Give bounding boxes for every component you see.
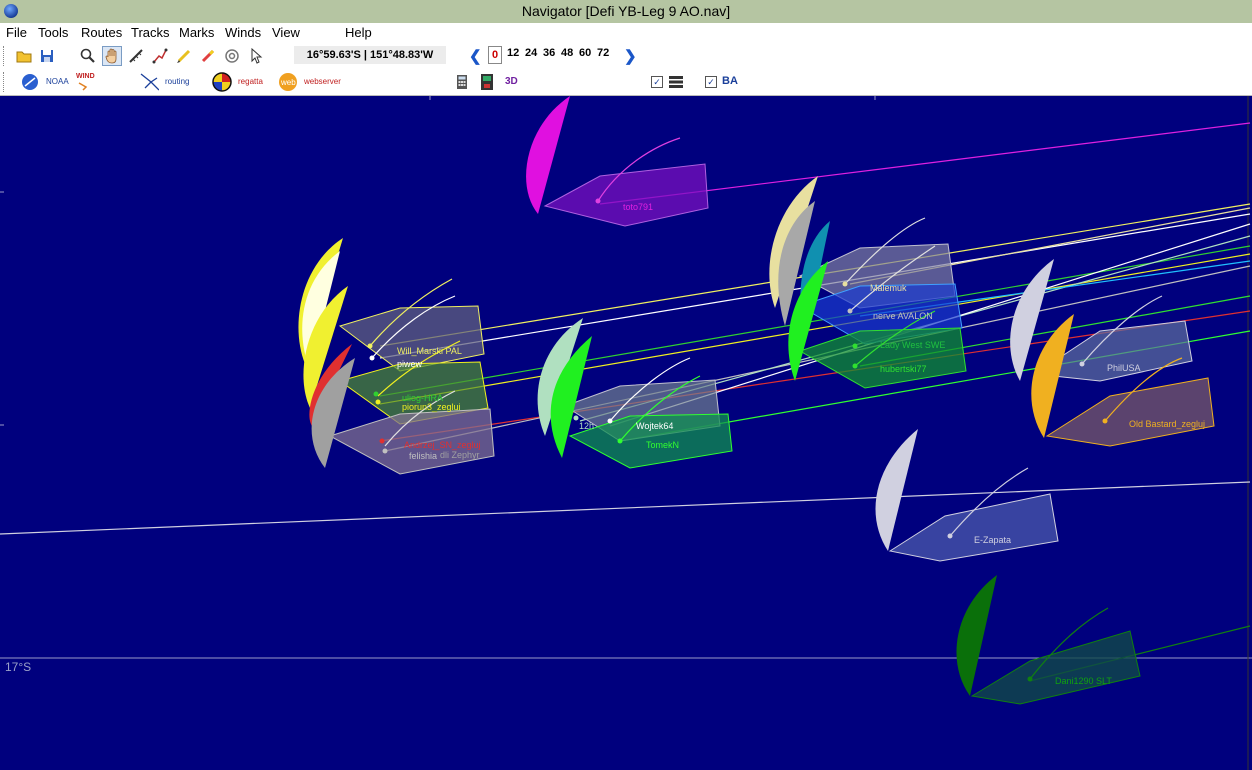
menu-file[interactable]: File [6,25,27,40]
forecast-hour-60[interactable]: 60 [579,47,591,59]
svg-text:web: web [280,78,296,87]
boat-label[interactable]: 12h [579,421,594,431]
layers-checkbox[interactable]: ✓ [651,76,663,88]
window-title: Navigator [Defi YB-Leg 9 AO.nav] [521,3,731,19]
boat-label[interactable]: E-Zapata [974,535,1011,545]
device-icon[interactable] [477,72,497,92]
route-draw-icon[interactable] [150,46,170,66]
wind-plugin-icon[interactable]: WIND [74,72,95,92]
boat-dani1290 [956,575,1141,705]
plugin-toolbar: NOAA WIND routing regatta web webserver … [0,70,1252,96]
forecast-hour-48[interactable]: 48 [561,47,573,59]
track-ezapata [0,481,1251,535]
boat-label[interactable]: Old Bastard_zegluj [1129,419,1205,429]
boat-label[interactable]: PhilUSA [1107,363,1141,373]
webserver-icon[interactable]: web [278,72,298,92]
toolbar2-grip[interactable] [3,72,7,92]
pencil-icon[interactable] [174,46,194,66]
main-toolbar: 16°59.63'S | 151°48.83'W ❮ 0 12 24 36 48… [0,43,1252,70]
boat-label[interactable]: piwew [397,359,422,369]
ba-label: BA [722,75,738,87]
measure-ruler-icon[interactable] [126,46,146,66]
eraser-icon[interactable] [198,46,218,66]
pan-hand-icon[interactable] [102,46,122,66]
zoom-icon[interactable] [78,46,98,66]
regatta-label[interactable]: regatta [238,77,263,86]
menu-routes[interactable]: Routes [81,25,122,40]
boat-label[interactable]: Andrzej_SN_zegluj [404,440,481,450]
boat-label[interactable]: nerve AVALON [873,311,933,321]
position-readout: 16°59.63'S | 151°48.83'W [294,46,446,64]
menu-help[interactable]: Help [345,25,372,40]
view-3d-button[interactable]: 3D [505,76,518,87]
map-graphics[interactable] [0,96,1252,770]
menu-bar: File Tools Routes Tracks Marks Winds Vie… [0,23,1252,43]
wind-label: WIND [76,73,95,80]
menu-tools[interactable]: Tools [38,25,68,40]
routing-label[interactable]: routing [165,77,189,86]
boat-ezapata [875,429,1059,562]
boat-label[interactable]: piorun3_zeglui [402,402,461,412]
pointer-arrow-icon[interactable] [247,46,267,66]
boat-cluster-left [298,238,495,475]
boat-label[interactable]: TomekN [646,440,679,450]
boat-label[interactable]: Lady West SWE [880,340,945,350]
boat-label[interactable]: Wojtek64 [636,421,673,431]
menu-winds[interactable]: Winds [225,25,261,40]
layers-stack-icon[interactable] [666,72,686,92]
ba-checkbox[interactable]: ✓ [705,76,717,88]
menu-tracks[interactable]: Tracks [131,25,170,40]
boat-label[interactable]: dli Zephyr [440,450,480,460]
webserver-label[interactable]: webserver [304,77,341,86]
forecast-hour-24[interactable]: 24 [525,47,537,59]
noaa-label[interactable]: NOAA [46,77,69,86]
menu-marks[interactable]: Marks [179,25,214,40]
forecast-hour-selected[interactable]: 0 [488,46,502,64]
boat-label[interactable]: felishia [409,451,437,461]
boat-label[interactable]: Malemuk [870,283,907,293]
routing-icon[interactable] [139,72,159,92]
boat-label[interactable]: hubertski77 [880,364,927,374]
boat-label[interactable]: toto791 [623,202,653,212]
menu-view[interactable]: View [272,25,300,40]
forecast-hour-72[interactable]: 72 [597,47,609,59]
latitude-label: 17°S [5,660,32,674]
save-icon[interactable] [37,46,57,66]
toolbar-grip[interactable] [3,46,7,66]
forecast-hour-36[interactable]: 36 [543,47,555,59]
title-bar: Navigator [Defi YB-Leg 9 AO.nav] [0,0,1252,24]
boat-cluster-malemuk [769,176,967,389]
calculator-icon[interactable] [452,72,472,92]
boat-label[interactable]: Will_Marski PAL [397,346,462,356]
open-folder-icon[interactable] [14,46,34,66]
forecast-hour-12[interactable]: 12 [507,47,519,59]
chart-map-canvas[interactable]: 17°S toto791 Malemuk nerve AVALON Lady W… [0,96,1252,770]
regatta-icon[interactable] [212,72,232,92]
noaa-globe-icon[interactable] [20,72,40,92]
previous-forecast-arrow-icon[interactable]: ❮ [469,47,482,65]
boat-label[interactable]: Dani1290 SLT [1055,676,1112,686]
next-forecast-arrow-icon[interactable]: ❯ [624,47,637,65]
target-icon[interactable] [222,46,242,66]
boat-toto791 [526,96,709,227]
